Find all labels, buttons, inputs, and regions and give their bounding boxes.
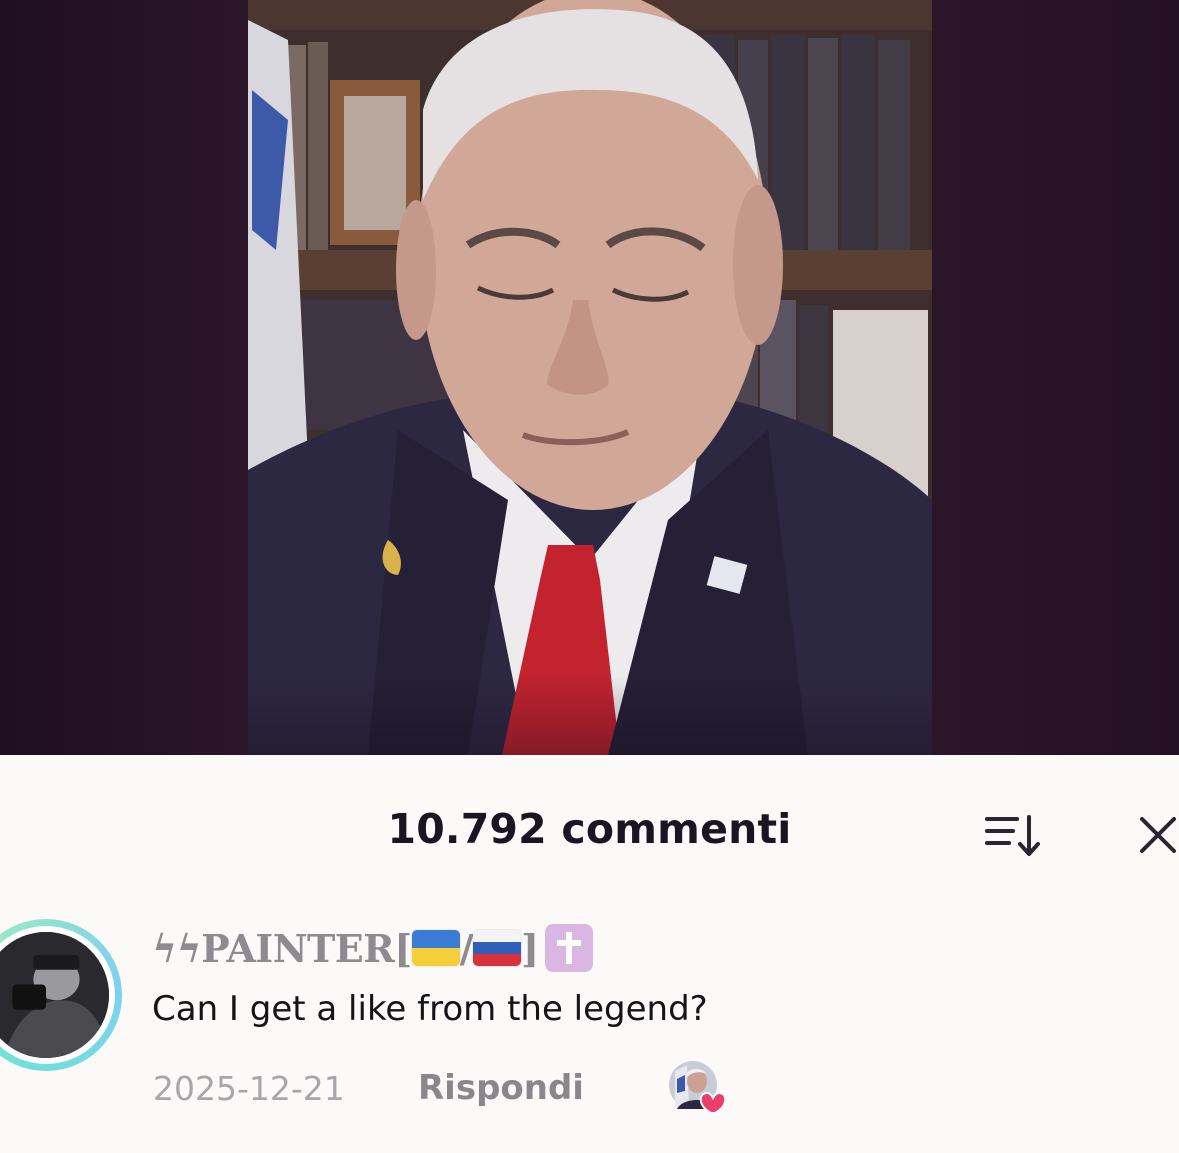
avatar-image <box>0 932 109 1058</box>
comments-panel: 10.792 commenti ϟϟPAINTER[/] Can I get… <box>0 755 1179 1153</box>
video-frame <box>248 0 932 755</box>
sort-comments-button[interactable] <box>980 807 1046 863</box>
avatar <box>0 932 109 1058</box>
russia-flag-icon <box>473 930 522 966</box>
comment-item: ϟϟPAINTER[ / ] Can I get a like from the… <box>0 915 1179 1145</box>
creator-heart-icon <box>669 1061 727 1114</box>
comment-date: 2025-12-21 <box>153 1069 345 1108</box>
ukraine-flag-icon <box>411 930 460 966</box>
username-separator: / <box>459 925 474 971</box>
close-icon <box>1140 817 1176 853</box>
video-player[interactable] <box>0 0 1179 755</box>
avatar-story-ring[interactable] <box>0 919 122 1071</box>
video-vignette <box>248 675 932 755</box>
username-prefix: ϟϟPAINTER[ <box>152 925 412 971</box>
comment-text: Can I get a like from the legend? <box>152 989 708 1029</box>
latin-cross-icon <box>544 924 593 972</box>
comment-username[interactable]: ϟϟPAINTER[ / ] <box>152 921 593 975</box>
username-suffix: ] <box>521 925 539 971</box>
sort-icon <box>985 815 1040 856</box>
bookshelf-background <box>248 0 932 755</box>
reply-button[interactable]: Rispondi <box>418 1066 584 1110</box>
liked-by-creator-badge <box>667 1059 729 1117</box>
close-comments-button[interactable] <box>1130 807 1179 863</box>
